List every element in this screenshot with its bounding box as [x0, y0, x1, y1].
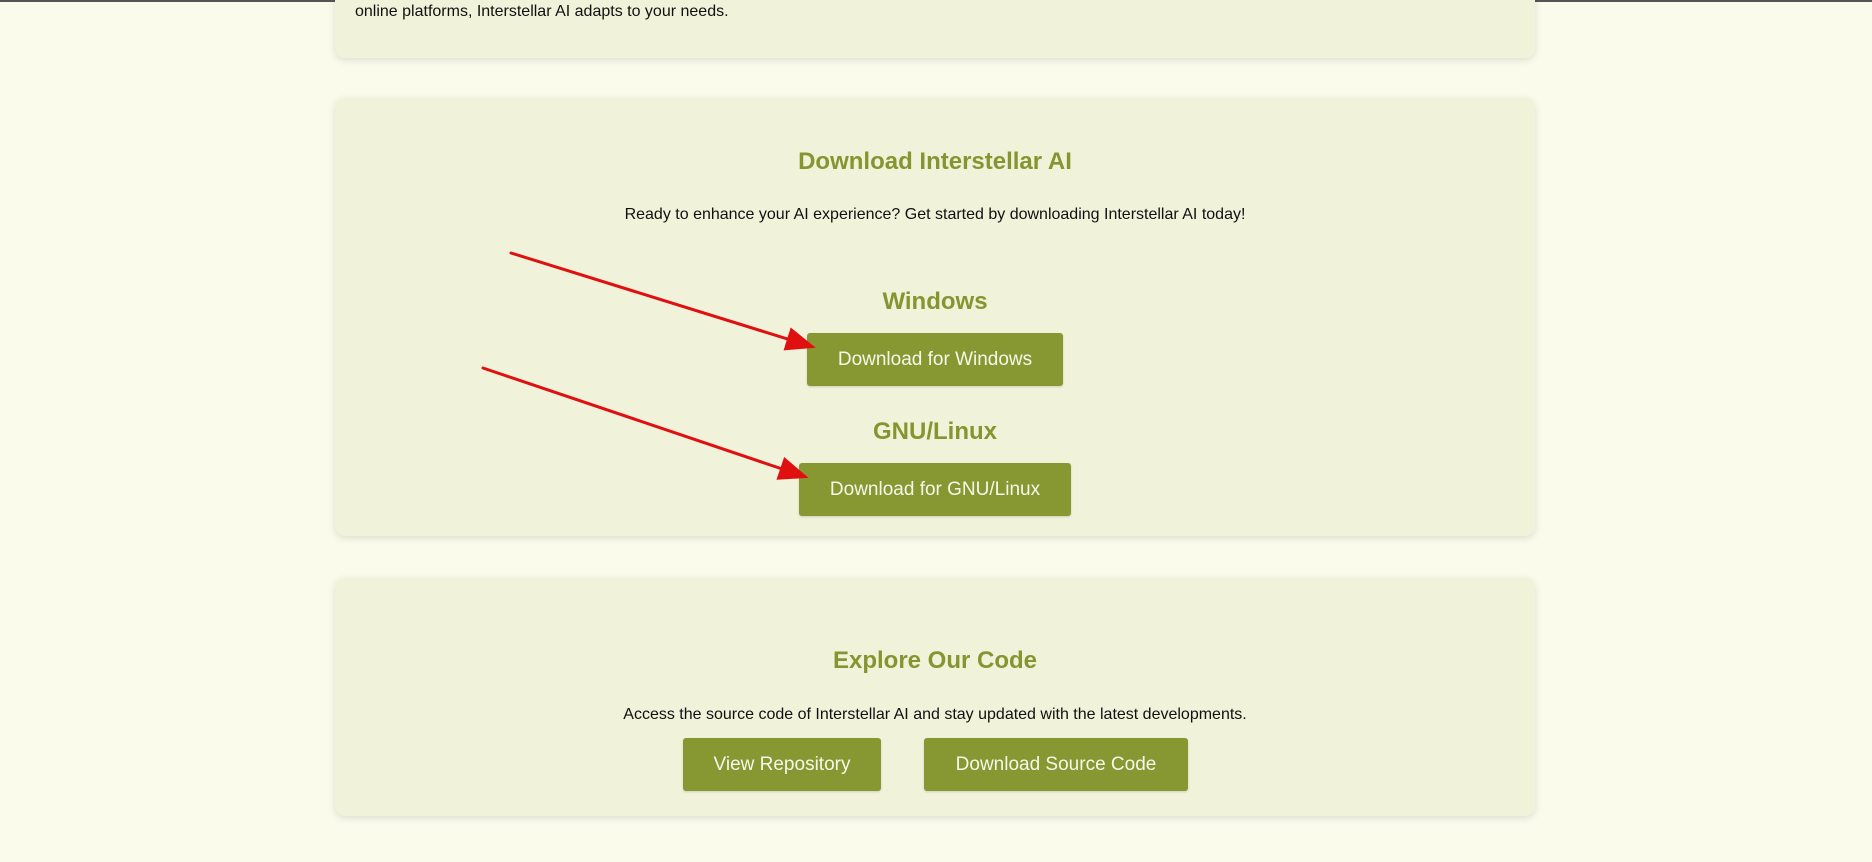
download-card: Download Interstellar AI Ready to enhanc… [335, 98, 1535, 536]
code-card: Explore Our Code Access the source code … [335, 578, 1535, 816]
code-description: Access the source code of Interstellar A… [623, 706, 1247, 723]
download-windows-button[interactable]: Download for Windows [807, 333, 1063, 386]
download-title: Download Interstellar AI [798, 148, 1072, 175]
code-title: Explore Our Code [832, 647, 1038, 674]
windows-heading: Windows [882, 288, 988, 315]
download-description: Ready to enhance your AI experience? Get… [624, 206, 1246, 223]
features-card: online platforms, Interstellar AI adapts… [335, 0, 1535, 58]
linux-heading: GNU/Linux [873, 418, 997, 445]
download-source-code-button[interactable]: Download Source Code [924, 738, 1188, 791]
view-repository-button[interactable]: View Repository [683, 738, 881, 791]
features-text-tail: online platforms, Interstellar AI adapts… [355, 3, 729, 20]
download-linux-button[interactable]: Download for GNU/Linux [799, 463, 1071, 516]
